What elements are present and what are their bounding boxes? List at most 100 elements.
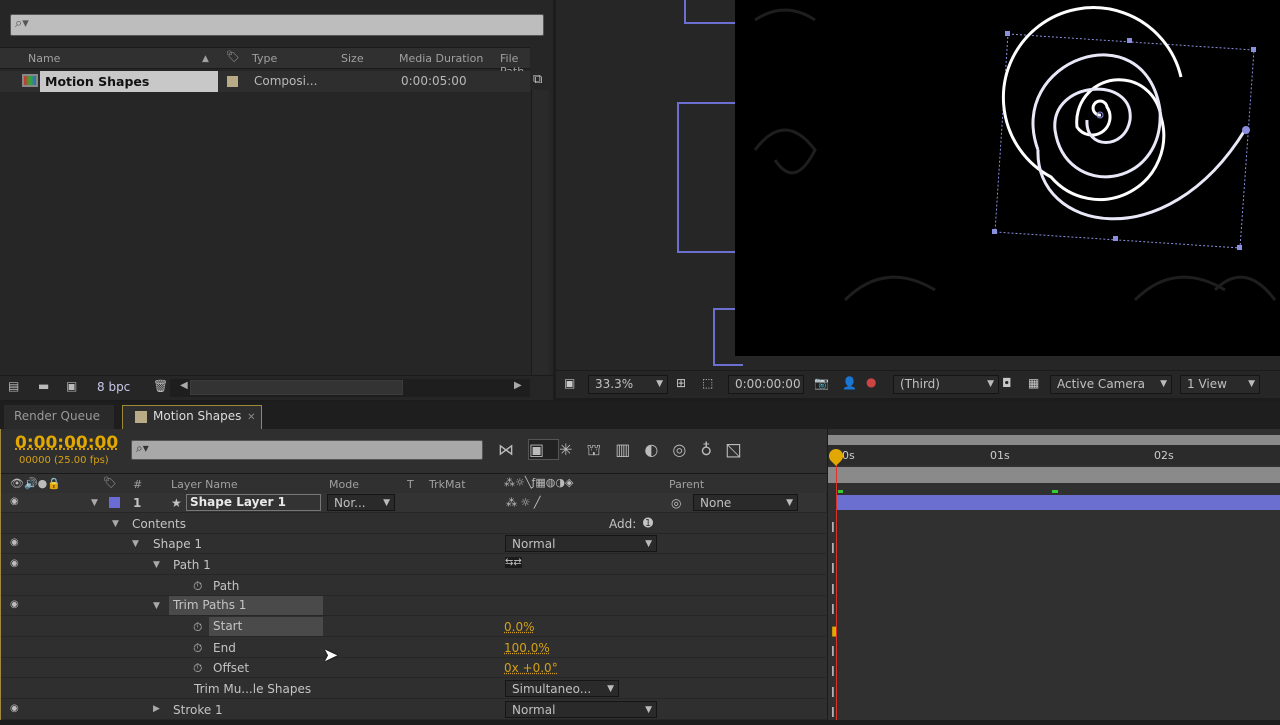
trash-icon[interactable]: 🗑 <box>153 379 168 393</box>
auto-keyframe-icon[interactable]: ♁ <box>700 440 726 459</box>
property-row-trim-paths[interactable]: ◉ ▼ Trim Paths 1 <box>1 596 826 616</box>
start-value[interactable]: 0.0% <box>504 620 535 634</box>
magnification-dropdown[interactable]: 33.3% ▼ <box>588 375 668 394</box>
scroll-right-icon[interactable]: ▶ <box>514 380 522 391</box>
eye-icon[interactable]: ◉ <box>10 703 19 714</box>
work-area-bar[interactable] <box>828 435 1280 445</box>
shape-blend-mode-dropdown[interactable]: Normal ▼ <box>505 535 657 552</box>
shape-layer-spiral[interactable] <box>735 0 1280 356</box>
trim-multiple-dropdown[interactable]: Simultaneo... ▼ <box>505 680 619 697</box>
project-search-input[interactable]: ⌕▾ <box>10 14 544 36</box>
timeline-search-input[interactable]: ⌕▾ <box>131 440 483 460</box>
interpret-footage-icon[interactable]: ▤ <box>8 379 19 393</box>
bpc-button[interactable]: 8 bpc <box>97 380 130 394</box>
col-size[interactable]: Size <box>341 52 364 65</box>
stopwatch-icon[interactable]: ⏱ <box>193 579 202 594</box>
property-row-shape1[interactable]: ◉ ▼ Shape 1 Normal ▼ <box>1 534 826 554</box>
property-row-trim-multiple[interactable]: Trim Mu...le Shapes Simultaneo... ▼ <box>1 679 826 699</box>
current-time-display[interactable]: 0:00:00:00 <box>15 433 118 453</box>
row-label: Start <box>209 617 323 636</box>
navigator-bar[interactable] <box>828 467 1280 483</box>
draft-3d-icon[interactable]: ✳ <box>559 440 586 459</box>
close-tab-icon[interactable]: ✕ <box>247 412 255 423</box>
offset-value[interactable]: 0x +0.0° <box>504 661 558 675</box>
scroll-left-icon[interactable]: ◀ <box>180 380 188 391</box>
layer-mode-dropdown[interactable]: Nor... ▼ <box>327 494 395 511</box>
expand-triangle-icon[interactable]: ▶ <box>153 704 160 714</box>
item-type: Composi... <box>254 74 317 88</box>
expand-triangle-icon[interactable]: ▼ <box>132 539 139 549</box>
property-row-offset[interactable]: ⏱ Offset 0x +0.0° <box>1 658 826 678</box>
graph-editor-icon[interactable]: ⧅ <box>726 440 755 459</box>
brainstorm-icon[interactable]: ◎ <box>672 440 700 459</box>
expand-triangle-icon[interactable]: ▼ <box>153 601 160 611</box>
add-menu-icon[interactable]: ➊ <box>643 516 653 530</box>
live-update-icon[interactable]: ▣ <box>528 439 559 460</box>
scroll-thumb[interactable] <box>190 380 403 395</box>
project-item-row[interactable]: Motion Shapes Composi... 0:00:05:00 <box>0 71 530 92</box>
end-value[interactable]: 100.0% <box>504 641 550 655</box>
property-row-contents[interactable]: ▼ Contents Add: ➊ <box>1 514 826 534</box>
current-time-field[interactable]: 0:00:00:00 <box>728 375 804 394</box>
parent-dropdown[interactable]: None ▼ <box>693 494 798 511</box>
property-row-stroke[interactable]: ◉ ▶ Stroke 1 Normal ▼ <box>1 700 826 720</box>
tab-motion-shapes[interactable]: Motion Shapes ✕ <box>122 405 262 429</box>
stopwatch-icon[interactable]: ⏱ <box>193 620 202 635</box>
expand-triangle-icon[interactable]: ▼ <box>153 560 160 570</box>
eye-icon[interactable]: ◉ <box>10 537 19 548</box>
safe-zones-icon[interactable]: ⊞ <box>676 376 686 390</box>
property-row-path1[interactable]: ◉ ▼ Path 1 ⇆⇄ <box>1 555 826 575</box>
search-icon: ⌕▾ <box>136 441 149 456</box>
composition-viewer[interactable] <box>556 0 1280 370</box>
new-folder-icon[interactable]: ▬ <box>38 379 49 393</box>
region-of-interest-icon[interactable]: ◘ <box>1002 376 1012 390</box>
property-row-end[interactable]: ⏱ End 100.0% <box>1 638 826 658</box>
transparency-grid-icon[interactable]: ▦ <box>1028 376 1039 390</box>
expand-triangle-icon[interactable]: ▼ <box>112 519 119 529</box>
resolution-dropdown[interactable]: (Third) ▼ <box>893 375 999 394</box>
comp-canvas[interactable] <box>735 0 1280 356</box>
frame-blending-icon[interactable]: ▥ <box>615 440 644 459</box>
flowchart-icon[interactable]: ⧉ <box>533 72 542 87</box>
project-scrollbar-vertical[interactable] <box>531 90 549 375</box>
pickwhip-icon[interactable]: ◎ <box>671 496 681 510</box>
expand-triangle-icon[interactable]: ▼ <box>91 498 98 508</box>
project-scrollbar-horizontal[interactable]: ◀ ▶ <box>170 379 530 397</box>
always-preview-icon[interactable]: ▣ <box>564 376 575 390</box>
stopwatch-icon[interactable]: ⏱ <box>193 661 202 676</box>
layer-row[interactable]: ◉ ▼ 1 ★ Shape Layer 1 Nor... ▼ ⁂ ☼ ╱ ◎ No… <box>1 493 826 513</box>
layer-duration-bar[interactable] <box>836 495 1280 510</box>
new-composition-icon[interactable]: ▣ <box>66 379 77 393</box>
stroke-mode-dropdown[interactable]: Normal ▼ <box>505 701 657 718</box>
path-direction-icons[interactable]: ⇆⇄ <box>505 557 522 568</box>
snapshot-camera-icon[interactable]: 📷 <box>814 376 829 390</box>
tab-render-queue[interactable]: Render Queue <box>4 405 114 429</box>
camera-view-dropdown[interactable]: Active Camera ▼ <box>1050 375 1172 394</box>
mask-visibility-icon[interactable]: ⬚ <box>702 376 713 390</box>
layer-name[interactable]: Shape Layer 1 <box>186 494 321 511</box>
channels-rgb-icon[interactable]: ● <box>866 375 876 389</box>
comp-mini-flowchart-icon[interactable]: ⋈ <box>498 440 528 459</box>
property-row-start[interactable]: ⏱ Start 0.0% <box>1 617 826 637</box>
collapse-switch-icon[interactable]: ⁂ ☼ ╱ <box>506 496 540 509</box>
stopwatch-icon[interactable]: ⏱ <box>193 641 202 656</box>
show-snapshot-icon[interactable]: 👤 <box>842 376 857 390</box>
eye-icon[interactable]: ◉ <box>10 558 19 569</box>
cache-indicator <box>1052 490 1058 493</box>
hide-shy-icon[interactable]: ⛫ <box>587 440 616 459</box>
playhead-line[interactable] <box>836 459 837 720</box>
col-media-duration[interactable]: Media Duration <box>399 52 483 65</box>
col-type[interactable]: Type <box>252 52 277 65</box>
property-row-path[interactable]: ⏱ Path <box>1 576 826 596</box>
col-t: T <box>407 478 414 491</box>
motion-blur-icon[interactable]: ◐ <box>644 440 672 459</box>
layer-label-color[interactable] <box>109 497 120 508</box>
time-graph[interactable]: 0s 01s 02s Ⅰ Ⅰ Ⅰ Ⅰ Ⅰ ▮ Ⅰ Ⅰ Ⅰ Ⅰ <box>827 429 1280 720</box>
label-color-swatch[interactable] <box>227 76 238 87</box>
time-ruler[interactable]: 0s 01s 02s <box>828 445 1280 465</box>
view-layout-dropdown[interactable]: 1 View ▼ <box>1180 375 1260 394</box>
eye-icon[interactable]: ◉ <box>10 496 19 507</box>
col-layer-name[interactable]: Layer Name <box>171 478 238 491</box>
col-name[interactable]: Name <box>28 52 60 65</box>
eye-icon[interactable]: ◉ <box>10 599 19 610</box>
